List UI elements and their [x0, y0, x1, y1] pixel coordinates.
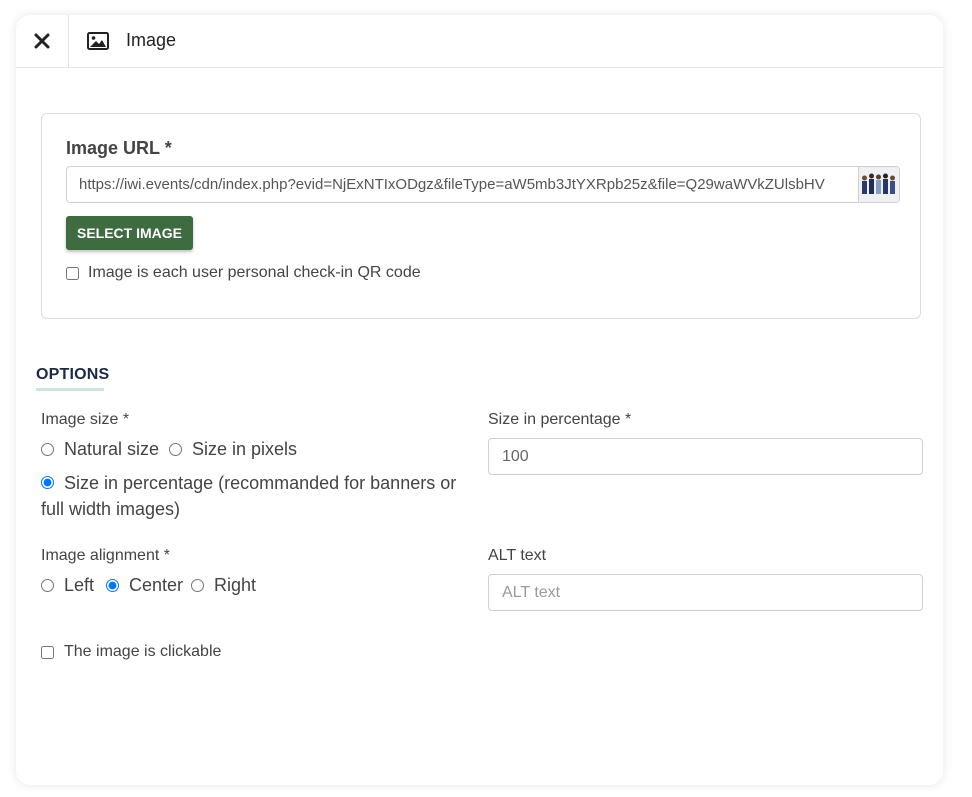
- alignment-center-radio[interactable]: [106, 579, 119, 592]
- alignment-right-option[interactable]: Right: [191, 575, 256, 596]
- size-percentage-input[interactable]: [488, 438, 923, 475]
- image-size-pixels-radio[interactable]: [169, 443, 182, 456]
- image-size-pixels-option[interactable]: Size in pixels: [169, 439, 297, 460]
- alignment-center-label: Center: [129, 575, 184, 595]
- image-url-field: [66, 166, 900, 203]
- close-icon: [34, 33, 50, 49]
- alignment-right-label: Right: [214, 575, 257, 595]
- alignment-left-option[interactable]: Left: [41, 575, 94, 596]
- image-clickable-checkbox[interactable]: [41, 645, 54, 659]
- image-size-pixels-label: Size in pixels: [192, 439, 298, 459]
- qr-code-checkbox-label: Image is each user personal check-in QR …: [88, 264, 421, 281]
- qr-code-checkbox[interactable]: [66, 266, 79, 280]
- image-size-percentage-option[interactable]: Size in percentage (recommanded for bann…: [41, 470, 471, 522]
- image-clickable-label: The image is clickable: [64, 643, 222, 660]
- alt-text-label: ALT text: [488, 547, 547, 564]
- image-size-natural-option[interactable]: Natural size: [41, 439, 159, 460]
- close-button[interactable]: [16, 15, 69, 67]
- image-size-natural-label: Natural size: [64, 439, 160, 459]
- image-clickable-option[interactable]: The image is clickable: [41, 643, 221, 661]
- alignment-left-radio[interactable]: [41, 579, 54, 592]
- image-size-percentage-label: Size in percentage (recommanded for bann…: [41, 473, 457, 519]
- image-icon: [87, 32, 109, 50]
- alignment-right-radio[interactable]: [191, 579, 204, 592]
- image-alignment-label: Image alignment *: [41, 547, 170, 564]
- image-size-percentage-radio[interactable]: [41, 475, 54, 489]
- panel-header: Image: [16, 15, 943, 68]
- image-url-card: Image URL * SELECT IMAGE: [41, 113, 921, 319]
- select-image-button[interactable]: SELECT IMAGE: [66, 216, 193, 250]
- alt-text-input[interactable]: [488, 574, 923, 611]
- options-title-underline: [36, 388, 104, 391]
- image-settings-panel: Image Image URL * https://iwi.events/cdn…: [16, 15, 943, 785]
- panel-title: Image: [126, 30, 177, 50]
- qr-code-option[interactable]: Image is each user personal check-in QR …: [66, 264, 421, 282]
- image-size-label: Image size *: [41, 411, 130, 428]
- image-url-label: Image URL *: [66, 138, 172, 158]
- image-url-input[interactable]: [67, 167, 860, 202]
- image-size-natural-radio[interactable]: [41, 443, 54, 456]
- size-percentage-label: Size in percentage *: [488, 411, 632, 428]
- alignment-center-option[interactable]: Center: [106, 575, 183, 596]
- options-section-title: OPTIONS: [36, 366, 110, 383]
- alignment-left-label: Left: [64, 575, 95, 595]
- image-thumbnail: [858, 167, 899, 202]
